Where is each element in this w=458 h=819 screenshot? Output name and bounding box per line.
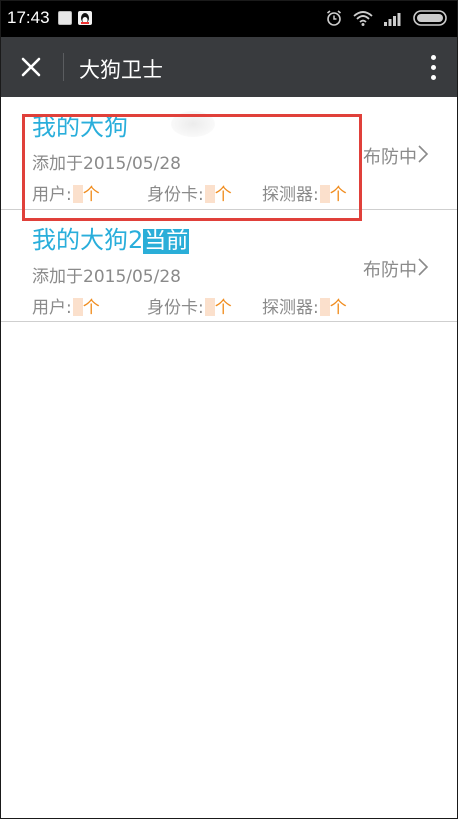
users-count: 用户: 个 [32, 293, 100, 318]
status-icons [325, 9, 449, 31]
more-dot-icon [430, 74, 436, 80]
device-status-text: 布防中 [363, 147, 417, 168]
close-button[interactable] [15, 51, 47, 83]
device-added-date: 添加于2015/05/28 [32, 267, 181, 287]
device-name-text: 我的大狗2 [32, 226, 144, 254]
more-dot-icon [430, 54, 436, 60]
message-notification-icon [58, 11, 72, 25]
page-title: 大狗卫士 [79, 58, 163, 82]
status-bar: 17:43 [1, 1, 457, 37]
more-dot-icon [430, 64, 436, 70]
chevron-right-icon [417, 144, 429, 169]
status-time: 17:43 [7, 8, 50, 27]
app-bar: 大狗卫士 [1, 37, 457, 97]
detectors-label: 探测器: [262, 298, 319, 318]
device-status: 布防中 [363, 143, 429, 169]
app-screen: 17:43 大狗卫士 我的大狗 添加于2015/05/28 用户: 个 身份卡:… [0, 0, 458, 819]
device-item[interactable]: 我的大狗2当前 添加于2015/05/28 用户: 个 身份卡: 个 探测器: 个 布… [1, 210, 457, 322]
count-unit: 个 [214, 298, 232, 318]
battery-icon [413, 10, 449, 30]
current-badge: 当前 [143, 229, 190, 254]
app-bar-divider [63, 53, 64, 81]
redacted-count [72, 298, 83, 316]
close-icon [21, 57, 41, 77]
qq-notification-icon [78, 11, 92, 25]
redacted-count [319, 298, 330, 316]
selection-highlight [22, 114, 362, 221]
device-name: 我的大狗2当前 [32, 220, 190, 255]
more-options-button[interactable] [423, 51, 443, 83]
idcards-label: 身份卡: [147, 298, 204, 318]
device-status: 布防中 [363, 256, 429, 282]
idcards-count: 身份卡: 个 [147, 293, 232, 318]
wifi-icon [353, 10, 373, 30]
chevron-right-icon [417, 257, 429, 282]
users-label: 用户: [32, 298, 72, 318]
signal-icon [383, 11, 403, 30]
alarm-icon [325, 9, 343, 31]
device-status-text: 布防中 [363, 260, 417, 281]
redacted-count [204, 298, 215, 316]
count-unit: 个 [82, 298, 100, 318]
count-unit: 个 [329, 298, 347, 318]
detectors-count: 探测器: 个 [262, 293, 347, 318]
